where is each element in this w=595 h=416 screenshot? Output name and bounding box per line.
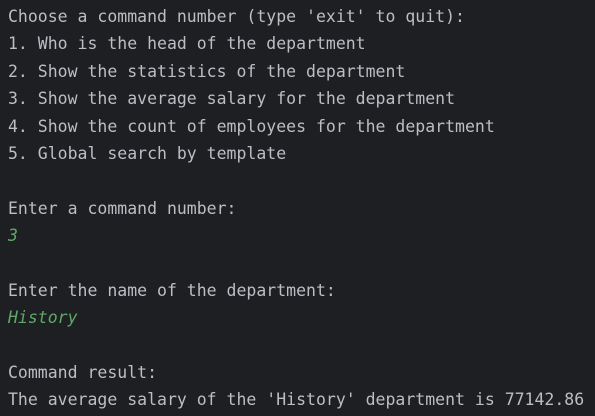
department-input[interactable]: History <box>8 304 595 331</box>
result-text: The average salary of the 'History' depa… <box>8 390 585 410</box>
console-output: Choose a command number (type 'exit' to … <box>0 0 595 414</box>
menu-item: 4. Show the count of employees for the d… <box>8 116 495 136</box>
menu-prompt: Choose a command number (type 'exit' to … <box>8 7 465 26</box>
department-prompt: Enter the name of the department: <box>8 280 336 300</box>
result-label: Command result: <box>8 363 158 383</box>
menu-item: 5. Global search by template <box>8 143 287 163</box>
command-input[interactable]: 3 <box>8 222 595 249</box>
menu-item: 1. Who is the head of the department <box>8 34 366 54</box>
menu-item: 2. Show the statistics of the department <box>8 61 406 81</box>
menu-item: 3. Show the average salary for the depar… <box>8 89 456 109</box>
command-prompt: Enter a command number: <box>8 198 237 218</box>
